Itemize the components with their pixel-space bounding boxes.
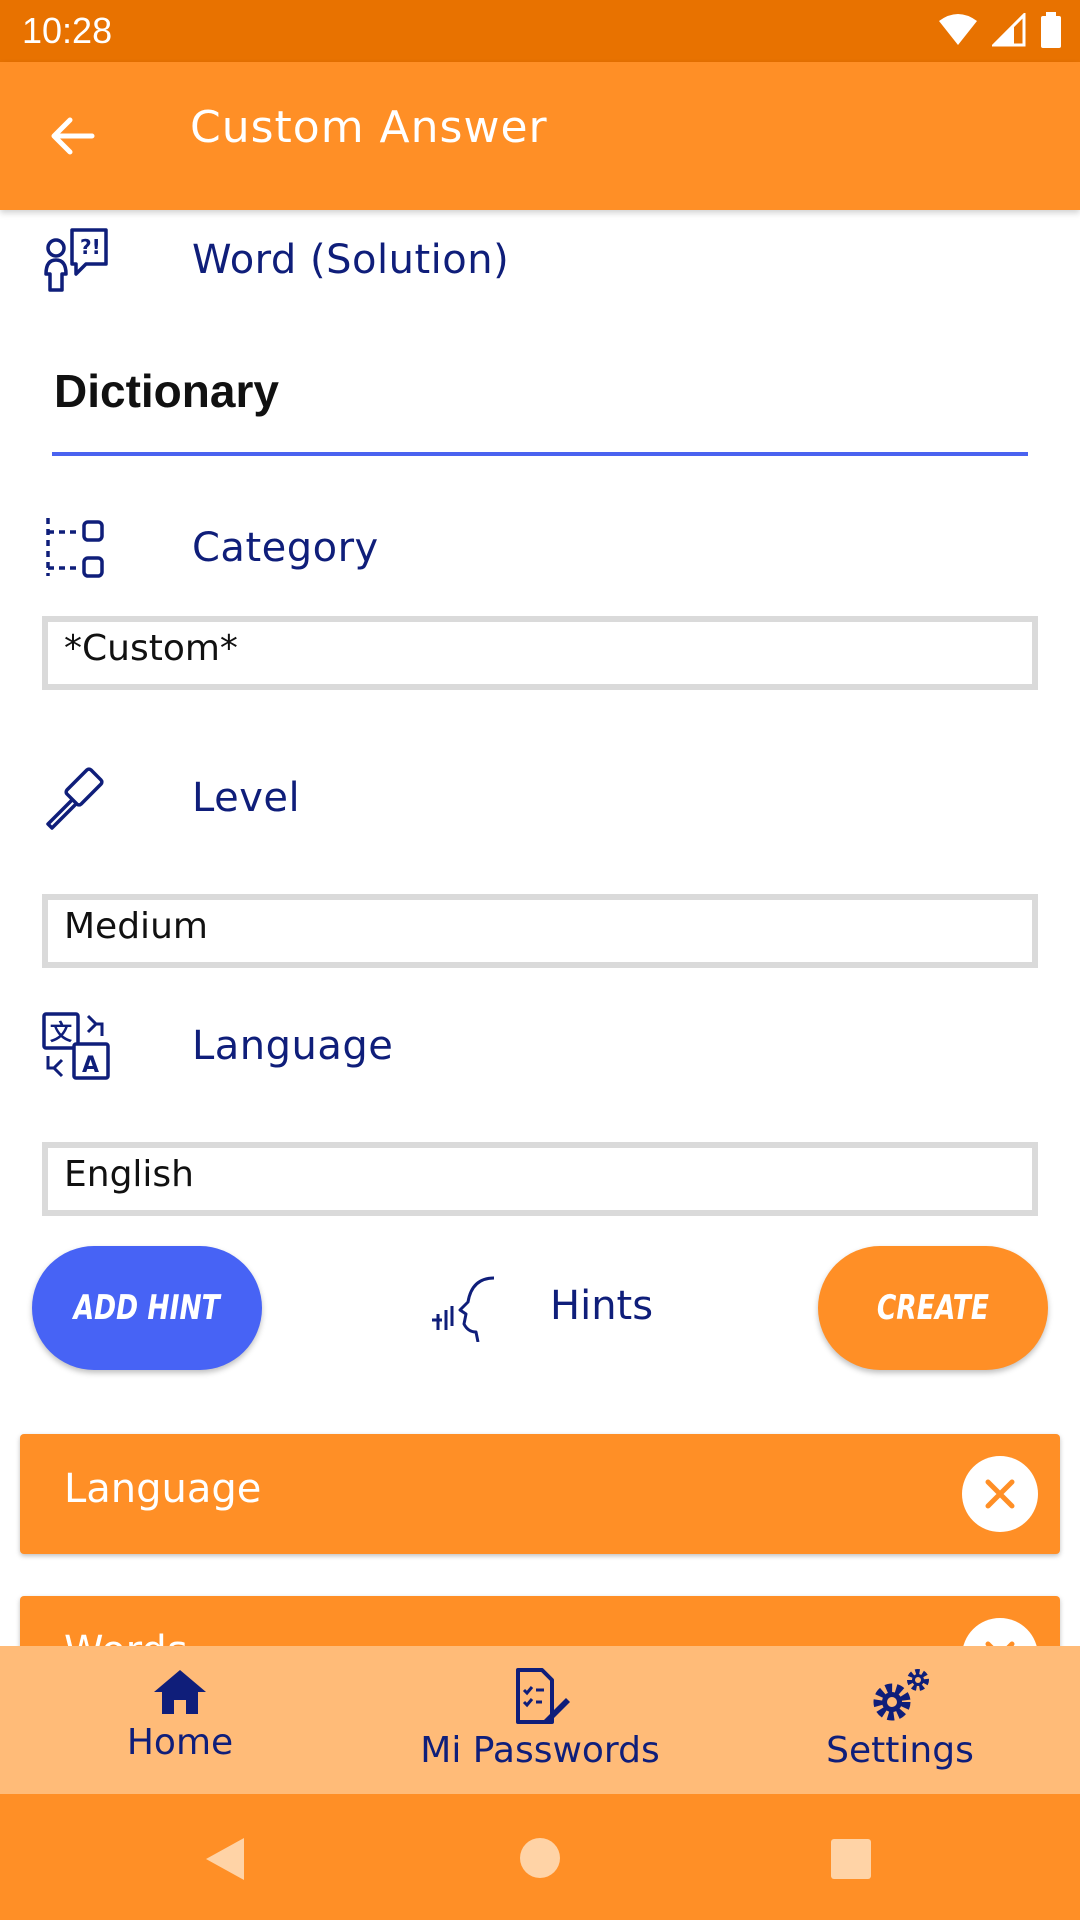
language-label-row: 文 A Language — [40, 1010, 393, 1082]
gavel-icon — [46, 767, 104, 830]
close-icon — [985, 1479, 1015, 1509]
word-label-row: ?! Word (Solution) — [40, 224, 509, 296]
battery-icon — [1041, 12, 1061, 48]
system-home-icon[interactable] — [518, 1836, 562, 1880]
status-time: 10:28 — [22, 10, 113, 51]
category-label-row: Category — [40, 512, 379, 584]
thinking-head-icon — [432, 1276, 495, 1342]
add-hint-button[interactable]: ADD HINT — [32, 1246, 262, 1370]
svg-text:?!: ?! — [80, 235, 101, 259]
category-selected-value: *Custom* — [64, 628, 238, 669]
system-navigation-bar — [0, 1794, 1080, 1920]
system-recents-icon[interactable] — [830, 1838, 872, 1880]
cell-signal-icon — [992, 13, 1026, 47]
translate-icon: 文 A — [42, 1012, 110, 1080]
create-button[interactable]: CREATE — [818, 1246, 1048, 1370]
home-icon — [154, 1670, 206, 1714]
category-icon — [46, 518, 104, 578]
nav-item-label: Settings — [826, 1730, 974, 1771]
nav-item-settings[interactable]: Settings — [810, 1666, 990, 1771]
language-label: Language — [192, 1023, 394, 1069]
level-label: Level — [192, 775, 301, 821]
wifi-icon — [939, 14, 977, 45]
level-select[interactable]: Medium — [42, 894, 1038, 968]
create-button-label: CREATE — [876, 1288, 990, 1328]
system-back-icon[interactable] — [204, 1836, 246, 1882]
hint-card-label: Language — [64, 1466, 262, 1512]
svg-text:A: A — [82, 1053, 99, 1078]
level-selected-value: Medium — [64, 906, 208, 947]
app-bar: Custom Answer — [0, 62, 1080, 210]
word-input[interactable]: Dictionary — [54, 364, 279, 418]
status-bar: 10:28 — [0, 0, 1080, 62]
bottom-navigation: Home Mi Passwords Settings — [0, 1646, 1080, 1794]
nav-item-label: Mi Passwords — [420, 1730, 660, 1771]
language-selected-value: English — [64, 1154, 194, 1195]
svg-text:文: 文 — [50, 1020, 73, 1046]
word-input-underline — [52, 452, 1028, 456]
add-hint-button-label: ADD HINT — [73, 1288, 221, 1328]
back-arrow-icon[interactable] — [44, 108, 100, 164]
category-select[interactable]: *Custom* — [42, 616, 1038, 690]
language-select[interactable]: English — [42, 1142, 1038, 1216]
hints-label: Hints — [550, 1283, 654, 1329]
gears-icon — [873, 1669, 929, 1721]
status-icons — [938, 12, 1062, 48]
nav-item-home[interactable]: Home — [110, 1666, 250, 1763]
level-label-row: Level — [40, 762, 300, 834]
nav-item-label: Home — [126, 1722, 234, 1763]
hints-label-row: Hints — [428, 1270, 653, 1342]
clipboard-edit-icon — [516, 1668, 570, 1724]
person-question-icon: ?! — [44, 228, 108, 292]
word-label: Word (Solution) — [192, 237, 510, 283]
remove-hint-button[interactable] — [962, 1456, 1038, 1532]
category-label: Category — [192, 525, 379, 571]
nav-item-mi-passwords[interactable]: Mi Passwords — [410, 1666, 670, 1771]
hint-card: Language — [20, 1434, 1060, 1554]
page-title: Custom Answer — [190, 102, 548, 153]
